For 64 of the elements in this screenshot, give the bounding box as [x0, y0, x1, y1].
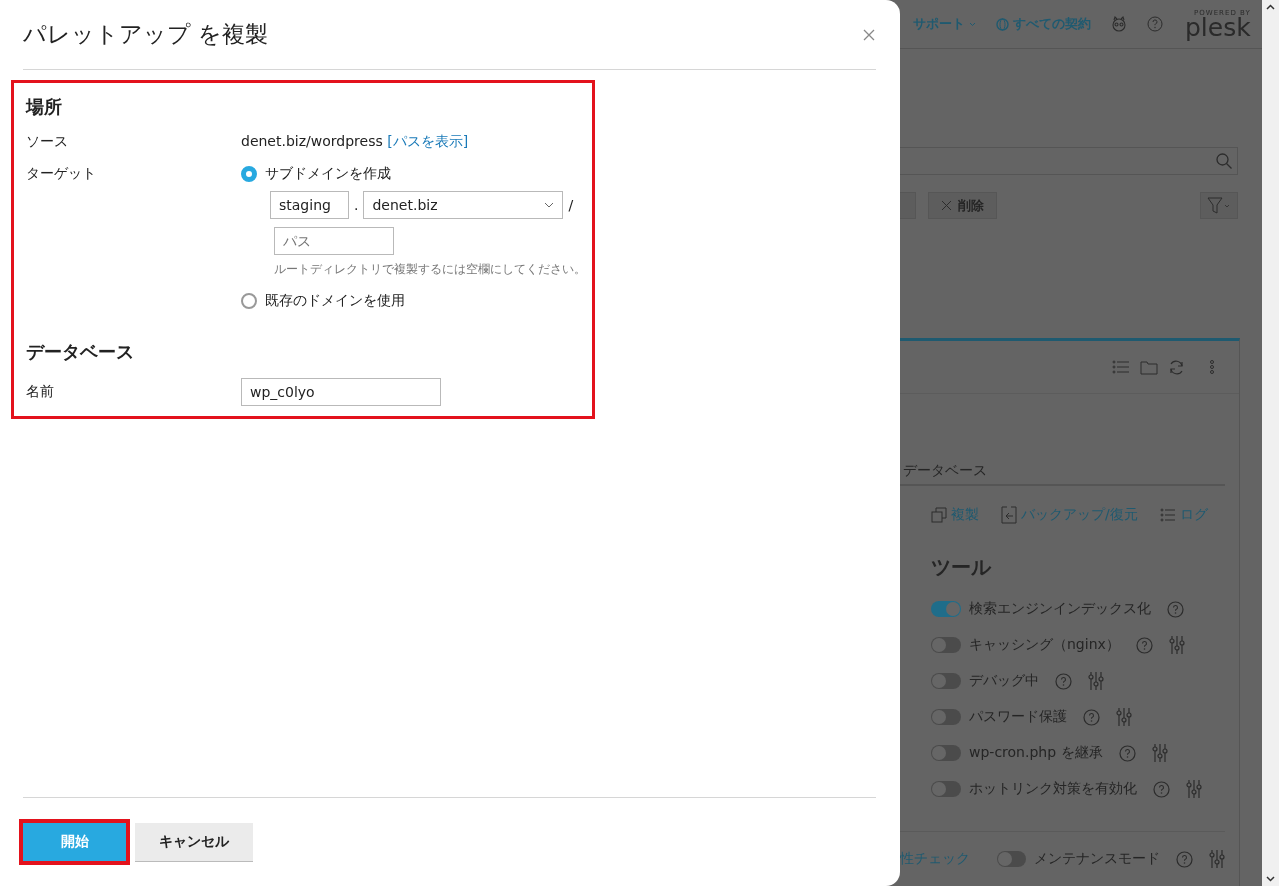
source-path: denet.biz/wordpress [パスを表示]	[241, 133, 470, 151]
field-label: ソース	[26, 133, 69, 151]
toggle-switch[interactable]	[931, 745, 961, 761]
tool-label: wp-cron.php を継承	[969, 744, 1103, 762]
globe-icon	[996, 17, 1009, 31]
radio-option[interactable]: サブドメインを作成	[241, 165, 391, 183]
filter-button[interactable]	[1200, 192, 1238, 219]
delete-button[interactable]: 削除	[928, 192, 997, 219]
close-icon[interactable]	[862, 27, 876, 42]
show-path-link[interactable]: [パスを表示]	[387, 133, 469, 149]
field-label: 名前	[26, 383, 55, 401]
chevron-down-icon	[969, 21, 976, 27]
restore-icon	[1001, 506, 1017, 524]
settings-sliders-icon[interactable]	[1209, 849, 1225, 869]
filter-icon	[1207, 196, 1231, 215]
logo: plesk	[1185, 17, 1251, 39]
radio-option[interactable]: 既存のドメインを使用	[241, 292, 405, 310]
domain-dropdown[interactable]: denet.biz	[363, 191, 564, 219]
folder-icon[interactable]	[1140, 359, 1158, 375]
help-icon[interactable]	[1147, 16, 1163, 32]
slash-separator: /	[568, 197, 574, 213]
search-field[interactable]	[900, 147, 1238, 175]
scroll-down-icon[interactable]	[1266, 876, 1275, 882]
tools-heading: ツール	[931, 554, 993, 581]
settings-sliders-icon[interactable]	[1088, 671, 1104, 691]
help-icon[interactable]	[1135, 636, 1153, 654]
section-heading: 場所	[26, 95, 63, 119]
tool-label: デバッグ中	[969, 672, 1039, 690]
field-label: ターゲット	[26, 165, 97, 183]
tool-label: 検索エンジンインデックス化	[969, 600, 1151, 618]
list-icon[interactable]	[1112, 360, 1130, 374]
settings-sliders-icon[interactable]	[1186, 779, 1202, 799]
hint-text: ルートディレクトリで複製するには空欄にしてください。	[274, 261, 587, 278]
cancel-button[interactable]: キャンセル	[135, 823, 253, 861]
toggle-switch[interactable]	[931, 601, 961, 617]
dialog-title: パレットアップ を複製	[23, 20, 269, 49]
database-name-field[interactable]: wp_c0lyo	[241, 378, 441, 406]
tool-label: ホットリンク対策を有効化	[969, 780, 1137, 798]
section-heading: データベース	[26, 340, 135, 364]
list-icon	[1159, 508, 1176, 522]
path-field[interactable]: パス	[274, 227, 394, 255]
settings-sliders-icon[interactable]	[1168, 635, 1185, 655]
close-icon	[941, 200, 952, 211]
subdomain-field[interactable]: staging	[270, 191, 349, 219]
toggle-switch[interactable]	[931, 637, 961, 653]
scrollbar[interactable]	[1262, 0, 1279, 886]
tool-label: キャッシング（nginx）	[969, 636, 1120, 654]
chevron-down-icon	[544, 202, 555, 208]
refresh-icon[interactable]	[1168, 358, 1185, 376]
scroll-up-icon[interactable]	[1266, 4, 1275, 10]
settings-sliders-icon[interactable]	[1116, 707, 1132, 727]
settings-sliders-icon[interactable]	[1151, 743, 1168, 763]
search-icon	[1215, 152, 1233, 170]
tool-label: メンテナンスモード	[1034, 850, 1160, 868]
copy-icon	[931, 507, 947, 523]
dot-separator: .	[354, 197, 359, 213]
help-icon	[1136, 636, 1153, 654]
tool-label: パスワード保護	[969, 708, 1067, 726]
animal-face-icon[interactable]	[1111, 16, 1127, 32]
tab-label[interactable]: データベース	[900, 462, 1225, 486]
toggle-switch[interactable]	[931, 709, 961, 725]
toggle-switch[interactable]	[931, 781, 961, 797]
toggle-switch[interactable]	[997, 851, 1026, 867]
toggle-switch[interactable]	[931, 673, 961, 689]
